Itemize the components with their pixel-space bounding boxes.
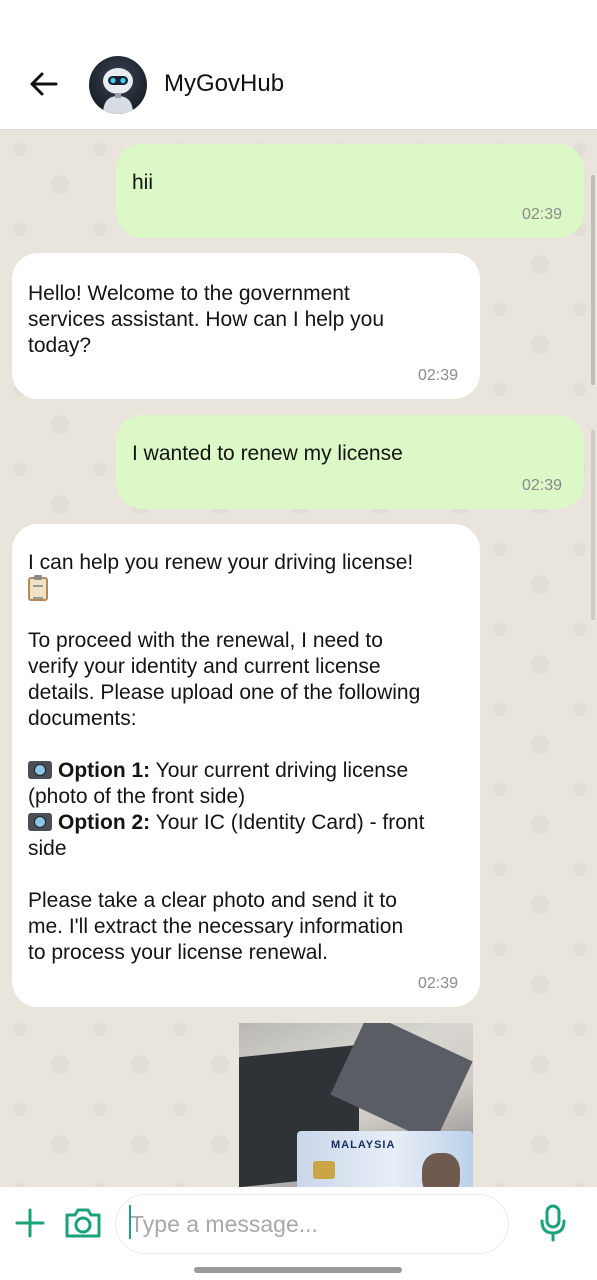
home-indicator[interactable]	[194, 1267, 402, 1273]
card-chip	[313, 1161, 335, 1179]
incoming-message: Hello! Welcome to the government service…	[12, 253, 480, 399]
message-time: 02:39	[521, 206, 562, 223]
message-line: services assistant. How can I help you	[28, 308, 384, 331]
message-line: Please take a clear photo and send it to	[28, 889, 397, 912]
option-1-label: Option 1:	[58, 759, 151, 782]
contact-name[interactable]: MyGovHub	[164, 70, 284, 98]
message-line: today?	[28, 334, 92, 357]
plus-icon[interactable]	[14, 1207, 46, 1239]
message-intro: I can help you renew your driving licens…	[28, 551, 414, 574]
message-line: verify your identity and current license	[28, 655, 381, 678]
message-input[interactable]	[116, 1195, 508, 1253]
text-cursor	[129, 1205, 131, 1239]
photo-message[interactable]: MALAYSIA	[239, 1023, 473, 1187]
chat-area: hii 02:39 Hello! Welcome to the governme…	[0, 130, 597, 1187]
clipboard-icon	[28, 575, 48, 602]
card-title: MALAYSIA	[331, 1139, 396, 1151]
robot-avatar-icon	[103, 68, 133, 114]
incoming-message: I can help you renew your driving licens…	[12, 524, 480, 1007]
card-photo	[422, 1153, 460, 1187]
microphone-icon[interactable]	[538, 1203, 568, 1243]
outgoing-message: hii 02:39	[116, 144, 584, 238]
scrollbar[interactable]	[591, 175, 595, 385]
option-1-line: Option 1: Your current driving license	[28, 758, 464, 784]
composer-bar	[0, 1187, 597, 1280]
option-2-text: Your IC (Identity Card) - front	[150, 811, 425, 834]
option-2-line: Option 2: Your IC (Identity Card) - fron…	[28, 810, 464, 836]
message-time: 02:39	[521, 477, 562, 494]
message-time: 02:39	[417, 367, 458, 384]
scrollbar-track	[591, 430, 595, 620]
message-line: To proceed with the renewal, I need to	[28, 629, 383, 652]
chat-header: MyGovHub	[0, 0, 597, 130]
avatar[interactable]	[89, 56, 147, 114]
message-line: Hello! Welcome to the government	[28, 282, 350, 305]
camera-emoji-icon	[28, 813, 52, 831]
option-1-text: Your current driving license	[150, 759, 409, 782]
outgoing-message: I wanted to renew my license 02:39	[116, 415, 584, 509]
option-2-continuation: side	[28, 837, 67, 860]
camera-icon[interactable]	[63, 1205, 103, 1241]
camera-emoji-icon	[28, 761, 52, 779]
message-time: 02:39	[417, 975, 458, 992]
option-1-continuation: (photo of the front side)	[28, 785, 246, 808]
photo-ic-card: MALAYSIA	[297, 1131, 473, 1187]
message-line: documents:	[28, 707, 137, 730]
message-text: I wanted to renew my license	[132, 442, 403, 465]
message-line: details. Please upload one of the follow…	[28, 681, 421, 704]
back-arrow-icon[interactable]	[26, 66, 62, 102]
message-line: me. I'll extract the necessary informati…	[28, 915, 404, 938]
message-text: hii	[132, 171, 154, 194]
option-2-label: Option 2:	[58, 811, 151, 834]
message-line: to process your license renewal.	[28, 941, 328, 964]
